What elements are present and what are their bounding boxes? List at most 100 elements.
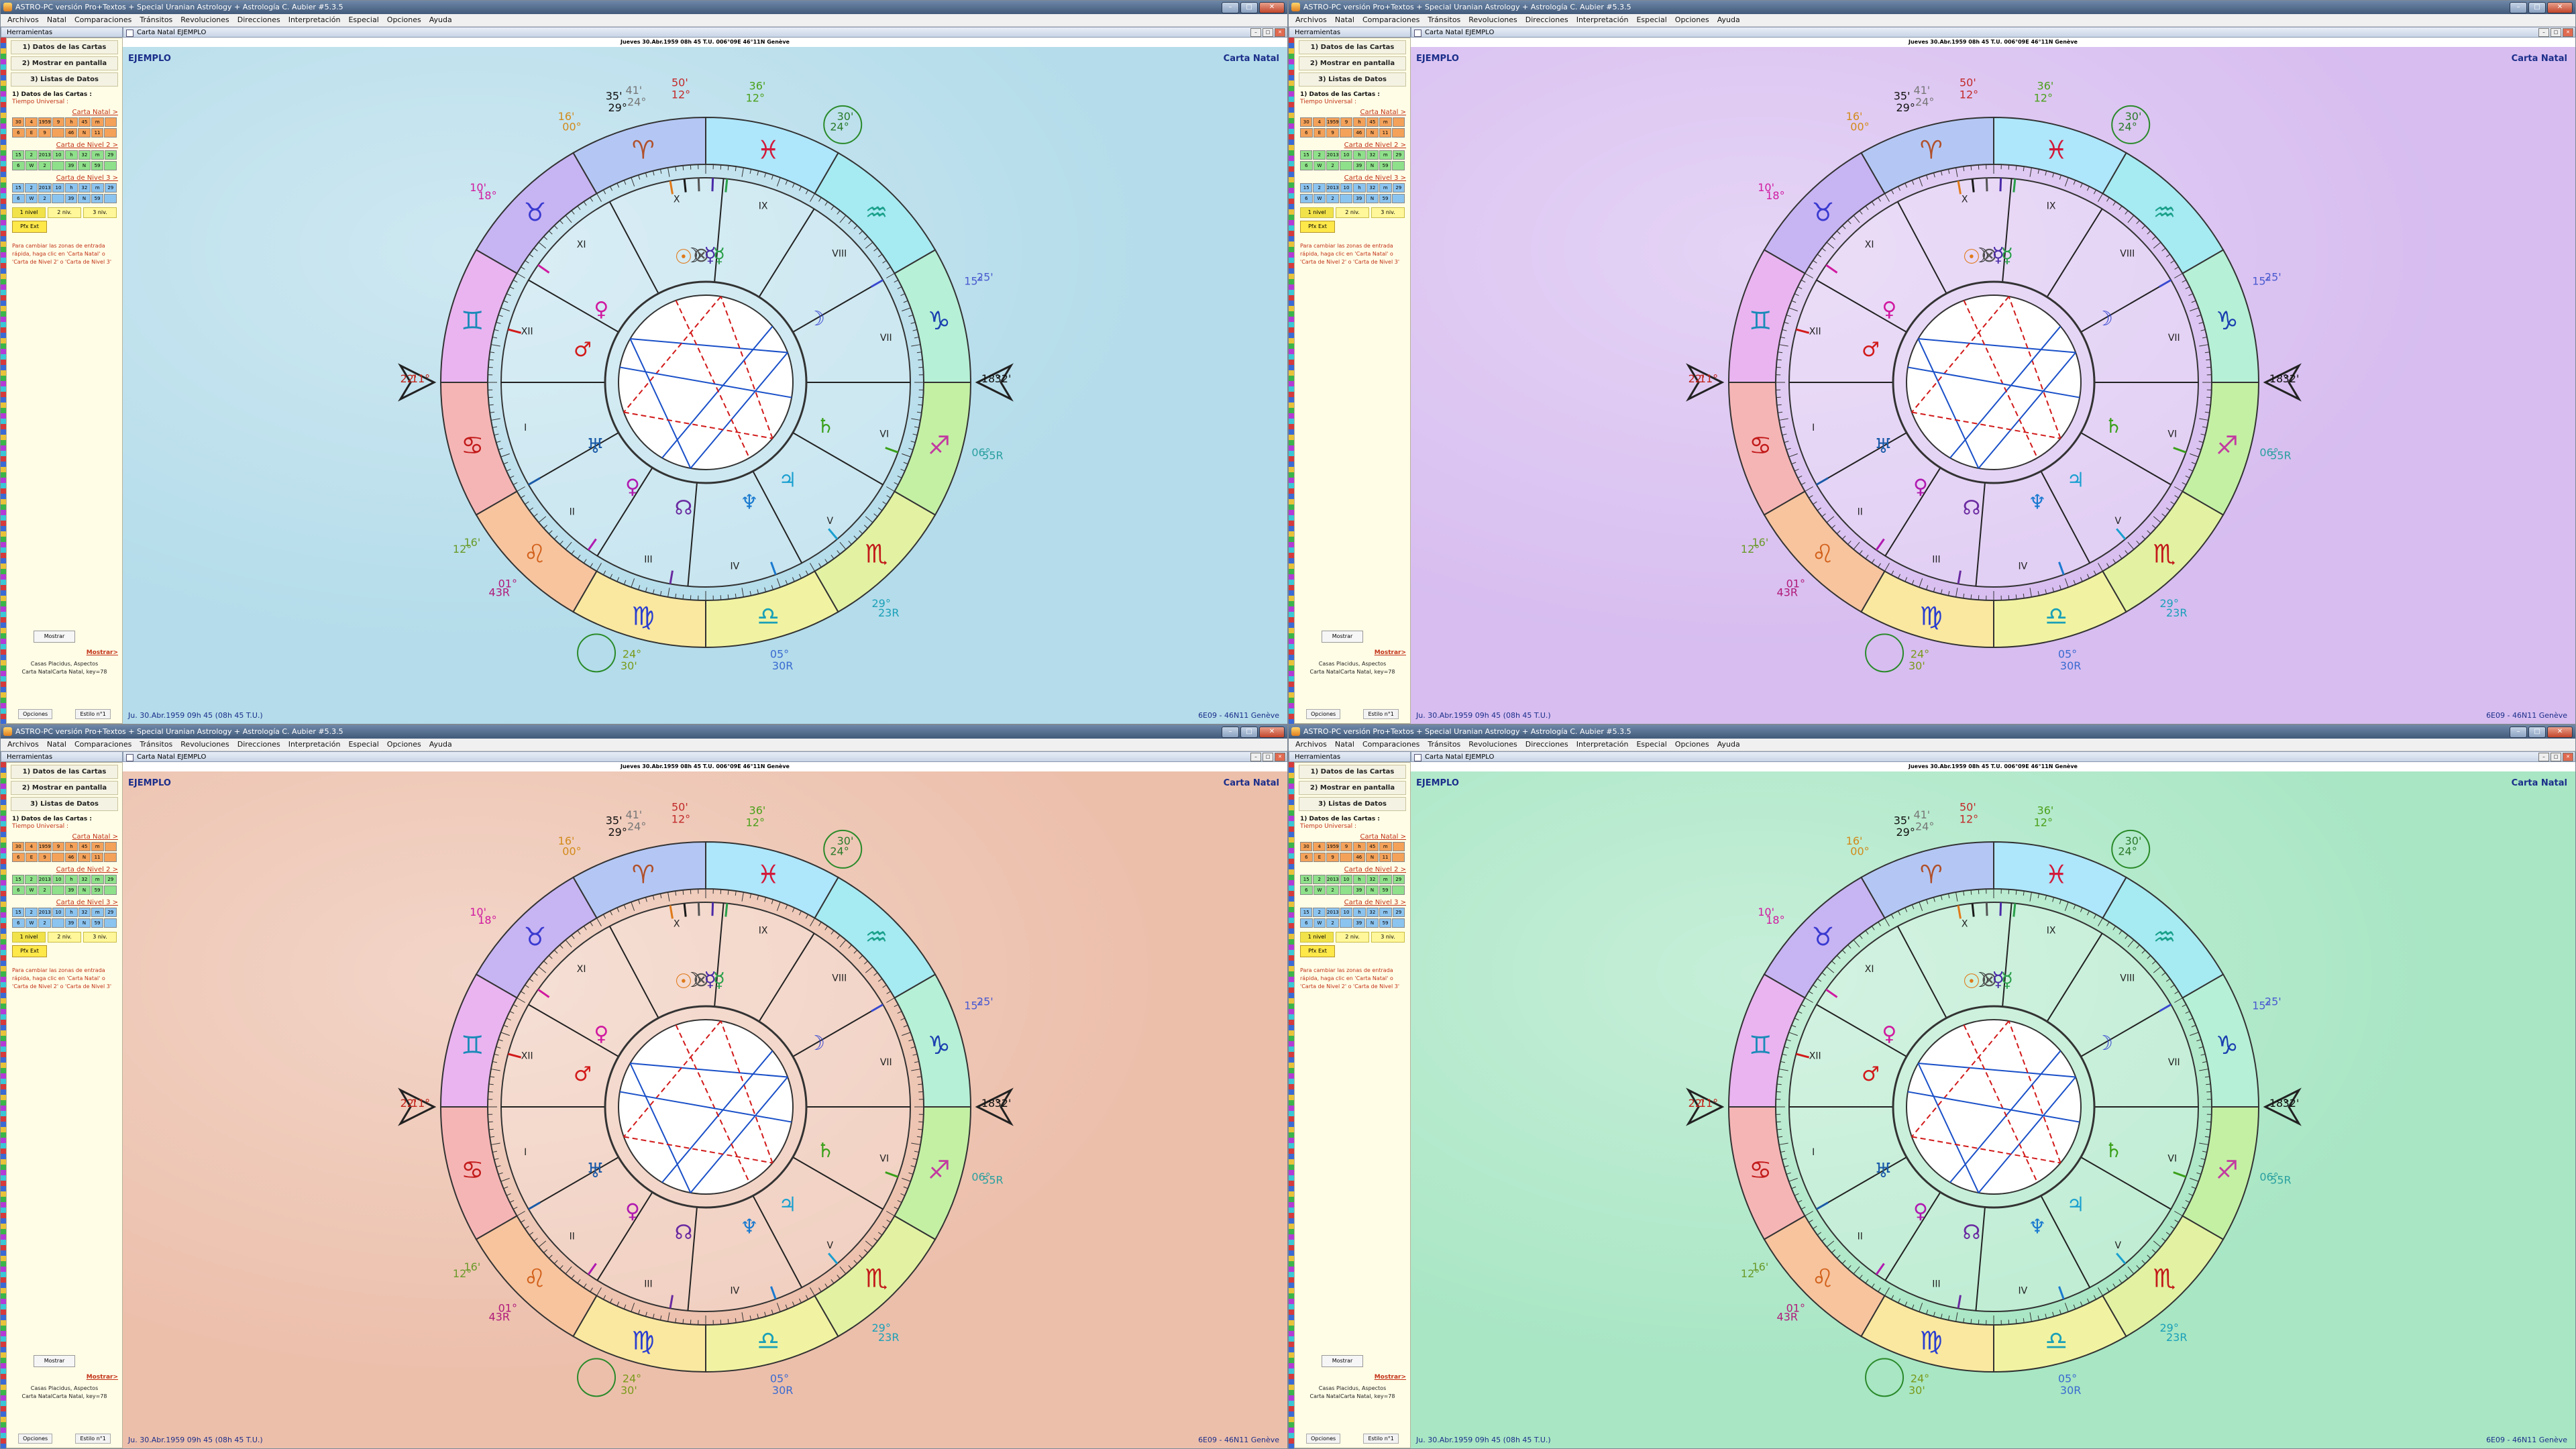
level-button[interactable]: 2 niv. (1336, 932, 1369, 943)
nivel2-cell[interactable]: 2 (25, 150, 38, 160)
natal-cell[interactable]: m (1379, 117, 1392, 127)
menu-item[interactable]: Revoluciones (176, 14, 233, 26)
natal-link[interactable]: Carta Natal > (1295, 830, 1410, 842)
title-bar[interactable]: ASTRO-PC versión Pro+Textos + Special Ur… (1289, 725, 2575, 739)
close-button[interactable]: ✕ (1259, 727, 1285, 738)
nivel3-cell[interactable]: 15 (12, 183, 25, 193)
nivel3-cell[interactable]: 10 (1340, 908, 1353, 917)
nivel3-row[interactable]: 15 2 2013 10 h 32 m 29 (7, 908, 122, 917)
nivel2-cell[interactable]: 29 (104, 875, 117, 884)
natal-cell[interactable] (1339, 128, 1352, 138)
sub-minimize-button[interactable]: – (2538, 753, 2549, 761)
nivel3-cell[interactable]: 2013 (38, 183, 52, 193)
nivel3-cell[interactable]: 2013 (1326, 908, 1340, 917)
nivel3-cell[interactable]: m (1379, 908, 1392, 917)
menu-item[interactable]: Comparaciones (1358, 14, 1424, 26)
menu-item[interactable]: Opciones (1671, 14, 1713, 26)
nivel3-cell[interactable]: 29 (104, 183, 117, 193)
chart-window-titlebar[interactable]: Carta Natal EJEMPLO – □ ✕ (123, 27, 1287, 38)
nivel3-cell[interactable]: 6 (1300, 918, 1313, 928)
nivel2-cell[interactable]: h (1353, 150, 1366, 160)
panel-button[interactable]: 3) Listas de Datos (1299, 72, 1406, 87)
menu-item[interactable]: Interpretación (284, 14, 345, 26)
natal-link[interactable]: Carta Natal > (1295, 106, 1410, 117)
nivel2-cell[interactable]: 2 (38, 885, 51, 895)
level-button[interactable]: 1 nivel (12, 932, 46, 943)
panel-button[interactable]: 1) Datos de las Cartas (11, 765, 118, 779)
nivel2-row[interactable]: 15 2 2013 10 h 32 m 29 (1295, 875, 1410, 884)
menu-item[interactable]: Archivos (3, 739, 43, 751)
panel-button[interactable]: 1) Datos de las Cartas (1299, 40, 1406, 54)
nivel3-cell[interactable]: 32 (78, 183, 91, 193)
sub-close-button[interactable]: ✕ (2563, 753, 2573, 761)
natal-cell[interactable] (1392, 842, 1405, 851)
mostrar-button[interactable]: Mostrar (1322, 1355, 1363, 1367)
panel-button[interactable]: 3) Listas de Datos (1299, 797, 1406, 811)
natal-row[interactable]: 6 E 9 46 N 11 (7, 853, 122, 862)
nivel2-cell[interactable]: 39 (1352, 885, 1366, 895)
natal-row[interactable]: 30 4 1959 9 h 45 m (7, 842, 122, 851)
chart-window-titlebar[interactable]: Carta Natal EJEMPLO – □ ✕ (1411, 27, 2575, 38)
natal-cell[interactable]: N (78, 853, 91, 862)
astro-wheel[interactable]: ♋♌♍ ♎♏♐♑♒♓♈♉♊IIIIIIIVVVIVIIVIIIIXXXIXII☉☽… (123, 771, 1287, 1448)
nivel3-cell[interactable]: 59 (91, 918, 104, 928)
sub-close-button[interactable]: ✕ (2563, 28, 2573, 37)
nivel3-cell[interactable]: 2 (1326, 194, 1339, 203)
nivel3-row[interactable]: 15 2 2013 10 h 32 m 29 (7, 183, 122, 193)
nivel3-cell[interactable]: 32 (1366, 183, 1379, 193)
natal-cell[interactable]: 9 (1340, 842, 1353, 851)
menu-item[interactable]: Interpretación (1572, 739, 1633, 751)
nivel2-row[interactable]: 6 W 2 39 N 59 (1295, 885, 1410, 895)
natal-cell[interactable]: 45 (1366, 842, 1379, 851)
minimize-button[interactable]: – (1222, 2, 1239, 13)
natal-row[interactable]: 6 E 9 46 N 11 (7, 128, 122, 138)
nivel3-cell[interactable]: h (65, 908, 78, 917)
pfx-ext-button[interactable]: Pfx Ext (12, 221, 47, 233)
nivel3-cell[interactable]: 2 (25, 183, 38, 193)
chart-canvas[interactable]: EJEMPLO Carta Natal ♋ ♌ ♍ ♎ ♏ ♐ ♑ ♒ ♓ ♈ ♉ ♊ I II III IV V V… (1411, 47, 2575, 724)
menu-item[interactable]: Revoluciones (176, 739, 233, 751)
nivel2-cell[interactable]: 39 (64, 161, 78, 170)
natal-cell[interactable]: 4 (25, 842, 38, 851)
natal-cell[interactable]: 4 (25, 117, 38, 127)
menu-item[interactable]: Tránsitos (1424, 739, 1464, 751)
natal-cell[interactable]: 9 (1340, 117, 1353, 127)
nivel2-cell[interactable]: 2 (1326, 161, 1339, 170)
options-button[interactable]: Opciones (1306, 709, 1341, 719)
panel-button[interactable]: 1) Datos de las Cartas (11, 40, 118, 54)
natal-cell[interactable] (104, 842, 117, 851)
level-button[interactable]: 2 niv. (48, 207, 81, 218)
natal-cell[interactable]: h (65, 842, 78, 851)
nivel2-cell[interactable]: 59 (91, 885, 104, 895)
pfx-ext-button[interactable]: Pfx Ext (1300, 945, 1335, 957)
minimize-button[interactable]: – (1222, 727, 1239, 738)
nivel2-cell[interactable]: 2 (1313, 875, 1326, 884)
menu-item[interactable]: Opciones (1671, 739, 1713, 751)
close-button[interactable]: ✕ (1259, 2, 1285, 13)
nivel2-cell[interactable]: 29 (1392, 875, 1405, 884)
natal-cell[interactable]: 46 (64, 853, 78, 862)
menu-item[interactable]: Comparaciones (70, 14, 136, 26)
natal-cell[interactable]: 46 (64, 128, 78, 138)
menu-item[interactable]: Especial (1632, 14, 1670, 26)
sub-maximize-button[interactable]: □ (2551, 753, 2561, 761)
nivel2-link[interactable]: Carta de Nivel 2 > (7, 139, 122, 150)
nivel2-cell[interactable]: m (1379, 150, 1392, 160)
nivel2-cell[interactable]: 2013 (1326, 150, 1340, 160)
panel-button[interactable]: 2) Mostrar en pantalla (1299, 56, 1406, 70)
nivel3-cell[interactable]: N (78, 194, 91, 203)
nivel2-cell[interactable]: W (1313, 161, 1326, 170)
sub-minimize-button[interactable]: – (1250, 28, 1261, 37)
natal-row[interactable]: 6 E 9 46 N 11 (1295, 128, 1410, 138)
nivel2-link[interactable]: Carta de Nivel 2 > (1295, 139, 1410, 150)
nivel2-cell[interactable]: m (91, 875, 104, 884)
natal-cell[interactable]: h (65, 117, 78, 127)
style-button[interactable]: Estilo n°1 (75, 709, 111, 719)
nivel2-cell[interactable]: 32 (78, 150, 91, 160)
nivel2-cell[interactable]: h (1353, 875, 1366, 884)
astro-wheel[interactable]: ♋♌♍ ♎♏♐♑♒♓♈♉♊IIIIIIIVVVIVIIVIIIIXXXIXII☉☽… (1411, 771, 2575, 1448)
nivel3-cell[interactable]: 2 (38, 194, 51, 203)
nivel2-cell[interactable]: 59 (1379, 885, 1392, 895)
natal-cell[interactable]: 6 (1300, 128, 1313, 138)
nivel2-cell[interactable] (104, 885, 117, 895)
